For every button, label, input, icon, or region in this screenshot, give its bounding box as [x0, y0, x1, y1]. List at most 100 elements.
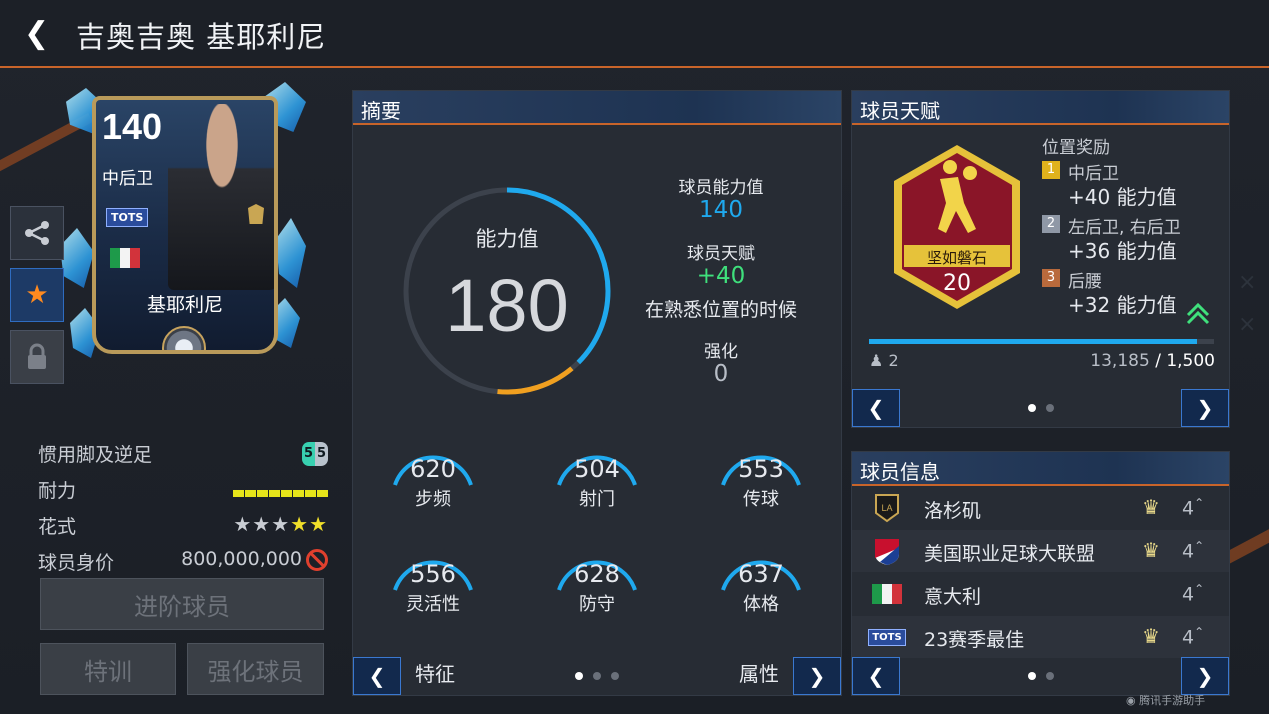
- card-rating: 140: [102, 106, 163, 147]
- boost-player-button[interactable]: 强化球员: [187, 643, 324, 695]
- share-icon: [25, 221, 49, 245]
- not-tradable-icon: [306, 548, 328, 571]
- skill-stars: ★★★★★: [233, 512, 328, 536]
- talent-next-button[interactable]: ❯: [1181, 389, 1229, 427]
- value-row: 球员身价 800,000,000: [38, 544, 328, 580]
- player-value: 800,000,000: [181, 548, 302, 570]
- foot-rating: 55: [302, 440, 328, 466]
- foot-label: 惯用脚及逆足: [38, 444, 153, 466]
- lock-button[interactable]: [10, 330, 64, 384]
- skill-row: 花式 ★★★★★: [38, 508, 328, 544]
- foot-row: 惯用脚及逆足 55: [38, 436, 328, 472]
- attribute-label: 步频: [415, 489, 451, 510]
- talent-label: 球员天赋: [687, 244, 755, 264]
- info-count: 4⌃: [1182, 496, 1205, 520]
- train-button[interactable]: 特训: [40, 643, 176, 695]
- attribute-value: 556: [410, 560, 456, 588]
- ability-value: 140: [699, 197, 743, 223]
- chemistry-crown-icon: ♛: [1142, 538, 1160, 562]
- header: ❮ 吉奥吉奥 基耶利尼: [0, 0, 1269, 68]
- summary-next-button[interactable]: ❯: [793, 657, 841, 695]
- attribute-label: 防守: [579, 594, 615, 615]
- value-label: 球员身价: [38, 552, 115, 574]
- info-prev-button[interactable]: ❮: [852, 657, 900, 695]
- info-count-value: 4: [1182, 583, 1195, 606]
- attribute-value: 553: [738, 455, 784, 483]
- watermark-text: 腾讯手游助手: [1139, 694, 1206, 707]
- italy-flag-icon: [870, 579, 904, 609]
- badge-level: 20: [943, 271, 971, 296]
- attribute-value: 637: [738, 560, 784, 588]
- info-count-value: 4: [1182, 497, 1195, 520]
- talent-title: 球员天赋: [852, 91, 1229, 125]
- info-page-dots: [1028, 672, 1054, 680]
- enhance-value: 0: [713, 361, 729, 387]
- card-name: 基耶利尼: [146, 294, 223, 316]
- xp-current: 13,185: [1090, 351, 1150, 371]
- stamina-label: 耐力: [38, 480, 77, 502]
- talent-note: 在熟悉位置的时候: [644, 299, 797, 321]
- tots-logo-icon: TOTS: [868, 622, 906, 652]
- stamina-bar: [232, 482, 328, 504]
- chemistry-crown-icon: ♛: [1142, 624, 1160, 648]
- summary-title: 摘要: [353, 91, 841, 125]
- chevron-right-icon: ❯: [1196, 664, 1214, 688]
- features-label: 特征: [415, 662, 455, 686]
- lock-icon: [28, 343, 46, 369]
- strong-foot-value: 5: [302, 442, 315, 466]
- info-panel: 球员信息 LA 洛杉矶 ♛ 4⌃ 美国职业足球大联盟 ♛ 4⌃ 意大利 4⌃ TOTS 23赛季最佳…: [851, 451, 1230, 696]
- bonus-value: +36 能力值: [1068, 239, 1177, 263]
- ability-label: 球员能力值: [678, 178, 764, 198]
- talent-value: +40: [696, 263, 746, 289]
- skill-stars-empty: ★★★: [233, 512, 291, 536]
- rank-badge: 3: [1042, 269, 1060, 287]
- upgrade-arrows-icon: [1186, 303, 1210, 325]
- lafc-logo-icon: LA: [870, 493, 904, 523]
- attribute-label: 射门: [579, 489, 615, 510]
- svg-text:LA: LA: [881, 503, 892, 513]
- attribute-stat: 628 防守: [547, 546, 647, 626]
- tots-badge: TOTS: [106, 208, 149, 227]
- player-photo: [168, 104, 274, 290]
- attribute-stat: 620 步频: [383, 441, 483, 521]
- share-button[interactable]: [10, 206, 64, 260]
- favorite-button[interactable]: ★: [10, 268, 64, 322]
- page-title: 吉奥吉奥 基耶利尼: [76, 20, 327, 54]
- info-row: 美国职业足球大联盟 ♛ 4⌃: [852, 530, 1229, 572]
- player-card: 140 中后卫 TOTS 基耶利尼: [60, 82, 306, 370]
- info-text: 23赛季最佳: [924, 629, 1025, 651]
- star-icon: ★: [25, 280, 49, 310]
- xp-fill: [869, 339, 1197, 344]
- attribute-stat: 556 灵活性: [383, 546, 483, 626]
- info-count-value: 4: [1182, 626, 1195, 649]
- attributes-label: 属性: [739, 662, 779, 686]
- back-button[interactable]: ❮: [24, 17, 54, 51]
- xp-text: 13,185 / 1,500: [1090, 351, 1215, 371]
- stamina-row: 耐力: [38, 472, 328, 508]
- summary-page-dots: [575, 672, 619, 680]
- card-gem-icon: [162, 326, 206, 350]
- attribute-label: 传球: [743, 489, 779, 510]
- card-position: 中后卫: [102, 169, 153, 189]
- attribute-value: 628: [574, 560, 620, 588]
- xp-total: / 1,500: [1155, 351, 1215, 371]
- summary-prev-button[interactable]: ❮: [353, 657, 401, 695]
- info-count: 4⌃: [1182, 582, 1205, 606]
- rank-badge: 2: [1042, 215, 1060, 233]
- xp-bar: [869, 339, 1214, 344]
- info-count-value: 4: [1182, 540, 1195, 563]
- badge-name: 坚如磐石: [926, 249, 987, 267]
- bonus-value: +40 能力值: [1068, 185, 1177, 209]
- chevron-right-icon: ❯: [808, 664, 826, 688]
- attribute-value: 620: [410, 455, 456, 483]
- talent-prev-button[interactable]: ❮: [852, 389, 900, 427]
- attribute-value: 504: [574, 455, 620, 483]
- attribute-stat: 504 射门: [547, 441, 647, 521]
- assistant-logo-icon: ◉: [1126, 694, 1136, 707]
- bonus-value: +32 能力值: [1068, 293, 1177, 317]
- attribute-stat: 553 传球: [711, 441, 811, 521]
- info-text: 美国职业足球大联盟: [924, 543, 1096, 565]
- level-count: 2: [888, 351, 899, 370]
- info-next-button[interactable]: ❯: [1181, 657, 1229, 695]
- advance-player-button[interactable]: 进阶球员: [40, 578, 324, 630]
